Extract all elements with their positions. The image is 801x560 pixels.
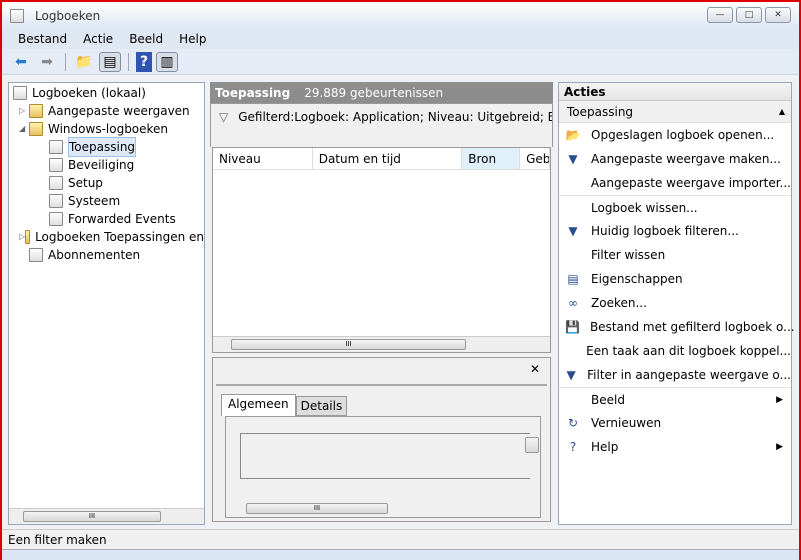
tab-details[interactable]: Details xyxy=(295,396,348,416)
menu-bestand[interactable]: Bestand xyxy=(10,32,75,46)
action-icon: ∞ xyxy=(568,296,578,310)
detail-pane: ✕ Algemeen Details III xyxy=(212,357,551,522)
minimize-button[interactable]: — xyxy=(707,7,733,23)
collapse-icon[interactable]: ▲ xyxy=(779,101,785,122)
action-icon: ▼ xyxy=(566,368,576,382)
column-datum-en-tijd[interactable]: Datum en tijd xyxy=(313,148,463,169)
action-icon: ▤ xyxy=(567,272,579,286)
action-aangepaste-weergave-maken[interactable]: ▼ Aangepaste weergave maken... xyxy=(559,147,791,171)
window-title: Logboeken xyxy=(35,8,101,23)
tree-item-logboeken-lokaal[interactable]: Logboeken (lokaal) xyxy=(9,84,204,102)
action-filter-in-aangepaste-weergave-o[interactable]: ▼ Filter in aangepaste weergave o... xyxy=(559,363,791,387)
subscription-icon xyxy=(29,248,43,262)
log-icon xyxy=(49,212,63,226)
menu-help[interactable]: Help xyxy=(171,32,214,46)
scroll-thumb[interactable] xyxy=(525,437,539,453)
column-bron[interactable]: Bron xyxy=(462,148,521,169)
log-icon xyxy=(49,158,63,172)
submenu-arrow-icon: ▶ xyxy=(776,442,783,452)
tree-item-beveiliging[interactable]: Beveiliging xyxy=(9,156,204,174)
back-icon[interactable]: ⬅ xyxy=(10,52,32,72)
forward-icon[interactable]: ➡ xyxy=(36,52,58,72)
action-icon: 📂 xyxy=(565,128,581,142)
tree-item-abonnementen[interactable]: Abonnementen xyxy=(9,246,204,264)
tree-item-toepassingen[interactable]: ▷ Logboeken Toepassingen en xyxy=(9,228,204,246)
action-logboek-wissen[interactable]: Logboek wissen... xyxy=(559,195,791,219)
filter-text: Gefilterd:Logboek: Application; Niveau: … xyxy=(238,110,553,124)
action-vernieuwen[interactable]: ↻ Vernieuwen xyxy=(559,411,791,435)
action-icon: ? xyxy=(569,440,577,454)
action-aangepaste-weergave-importer[interactable]: Aangepaste weergave importer... xyxy=(559,171,791,195)
action-bestand-met-gefilterd-logboek-o[interactable]: 💾 Bestand met gefilterd logboek o... xyxy=(559,315,795,339)
action-huidig-logboek-filteren[interactable]: ▼ Huidig logboek filteren... xyxy=(559,219,791,243)
column-niveau[interactable]: Niveau xyxy=(213,148,313,169)
folder-icon xyxy=(29,122,43,136)
show-hide-tree-icon[interactable]: ▤ xyxy=(99,51,121,72)
actions-header: Acties xyxy=(559,83,791,101)
close-icon[interactable]: ✕ xyxy=(530,362,540,376)
action-filter-wissen[interactable]: Filter wissen xyxy=(559,243,791,267)
expand-icon[interactable]: ▷ xyxy=(19,102,29,120)
action-opgeslagen-logboek-openen[interactable]: 📂 Opgeslagen logboek openen... xyxy=(559,123,791,147)
scroll-thumb[interactable]: III xyxy=(231,339,466,350)
log-icon xyxy=(49,194,63,208)
tree-panel: Logboeken (lokaal) ▷ Aangepaste weergaven… xyxy=(8,82,205,525)
menu-bar: Bestand Actie Beeld Help xyxy=(2,29,799,49)
event-panel: Toepassing 29.889 gebeurtenissen ▽ Gefilte… xyxy=(210,82,553,525)
tree-item-toepassing[interactable]: Toepassing xyxy=(9,137,204,157)
menu-beeld[interactable]: Beeld xyxy=(121,32,171,46)
action-een-taak-aan-dit-logboek-koppel[interactable]: Een taak aan dit logboek koppel... xyxy=(559,339,791,363)
action-zoeken[interactable]: ∞ Zoeken... xyxy=(559,291,791,315)
tab-algemeen[interactable]: Algemeen xyxy=(221,394,296,416)
vertical-scrollbar[interactable] xyxy=(524,417,540,501)
tree-item-windows-logboeken[interactable]: ◢ Windows-logboeken xyxy=(9,120,204,138)
status-bar: Een filter maken xyxy=(2,529,799,549)
help-icon[interactable]: ? xyxy=(136,51,152,72)
action-icon: 💾 xyxy=(565,320,580,334)
title-bar: Logboeken — □ ✕ xyxy=(2,2,799,29)
collapse-icon[interactable]: ◢ xyxy=(19,120,29,138)
up-folder-icon[interactable]: 📁 xyxy=(73,52,95,72)
tree-item-systeem[interactable]: Systeem xyxy=(9,192,204,210)
tree-horizontal-scrollbar[interactable]: III xyxy=(9,508,204,524)
action-beeld[interactable]: Beeld ▶ xyxy=(559,387,791,411)
folder-icon xyxy=(25,230,31,244)
filter-bar: ▽ Gefilterd:Logboek: Application; Niveau:… xyxy=(210,103,553,147)
action-eigenschappen[interactable]: ▤ Eigenschappen xyxy=(559,267,791,291)
actions-section-toepassing[interactable]: Toepassing ▲ xyxy=(559,101,791,123)
submenu-arrow-icon: ▶ xyxy=(776,394,783,405)
column-gebeurtenis[interactable]: Geb xyxy=(520,148,550,169)
event-count: 29.889 gebeurtenissen xyxy=(304,85,444,100)
show-hide-actions-icon[interactable]: ▥ xyxy=(156,51,178,72)
list-horizontal-scrollbar[interactable]: III xyxy=(213,336,550,352)
action-icon: ▼ xyxy=(568,152,578,166)
scroll-thumb[interactable]: III xyxy=(246,503,388,514)
tree-item-setup[interactable]: Setup xyxy=(9,174,204,192)
tree-item-forwarded-events[interactable]: Forwarded Events xyxy=(9,210,204,228)
maximize-button[interactable]: □ xyxy=(736,7,762,23)
action-help[interactable]: ? Help ▶ xyxy=(559,435,791,459)
event-viewer-icon xyxy=(13,86,27,100)
actions-panel: Acties Toepassing ▲ 📂 Opgeslagen logboek o… xyxy=(558,82,795,525)
close-button[interactable]: ✕ xyxy=(765,7,791,23)
action-icon: ↻ xyxy=(567,416,579,430)
event-viewer-icon xyxy=(10,8,24,23)
tree-item-aangepaste-weergaven[interactable]: ▷ Aangepaste weergaven xyxy=(9,102,204,120)
toolbar: ⬅ ➡ 📁 ▤ ? ▥ xyxy=(2,49,799,75)
log-icon xyxy=(49,176,63,190)
event-list[interactable]: Niveau Datum en tijd Bron Geb III xyxy=(212,147,551,353)
window: Logboeken — □ ✕ Bestand Actie Beeld Help… xyxy=(0,0,801,560)
action-icon: ▼ xyxy=(568,224,578,238)
folder-icon xyxy=(29,104,43,118)
log-icon xyxy=(49,140,63,154)
horizontal-scrollbar[interactable]: III xyxy=(226,501,540,517)
menu-actie[interactable]: Actie xyxy=(75,32,121,46)
scroll-thumb[interactable]: III xyxy=(23,511,161,522)
filter-icon: ▽ xyxy=(219,110,229,124)
log-title: Toepassing xyxy=(215,85,291,100)
